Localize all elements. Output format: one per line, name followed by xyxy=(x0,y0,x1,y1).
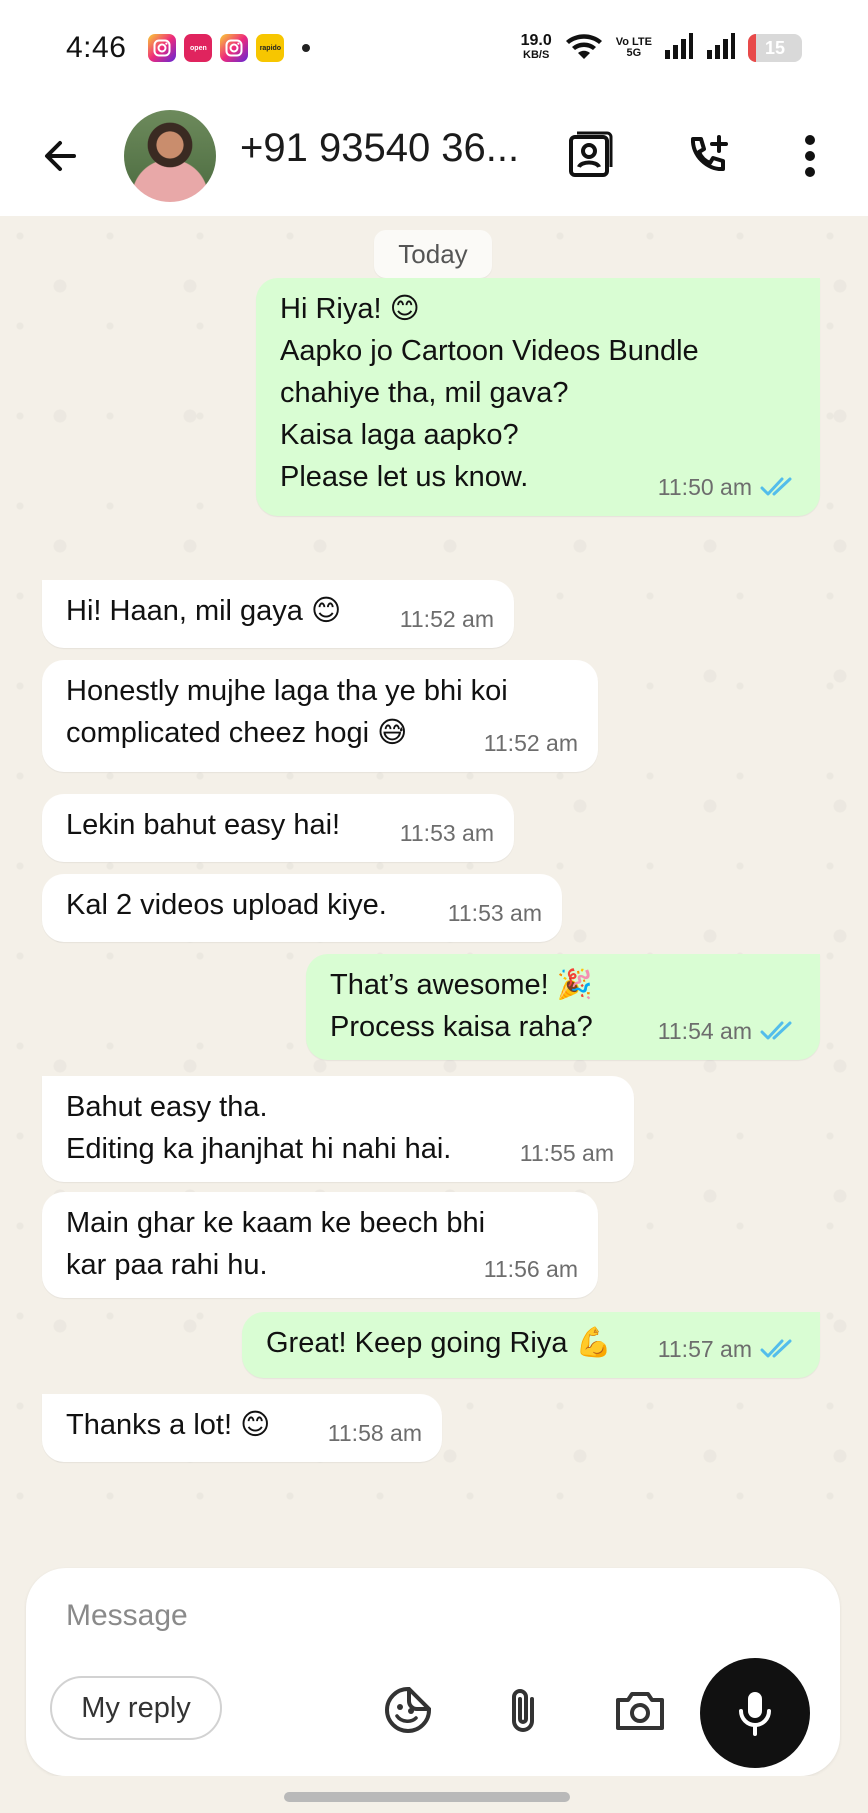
net-speed-unit: KB/S xyxy=(523,49,550,61)
volte-indicator: Vo LTE 5G xyxy=(616,37,652,59)
battery-level: 15 xyxy=(764,37,786,58)
battery-fill xyxy=(748,34,757,62)
back-arrow-icon xyxy=(45,141,76,171)
voice-record-button[interactable] xyxy=(700,1658,810,1768)
message-bubble-incoming[interactable]: Bahut easy tha. Editing ka jhanjhat hi n… xyxy=(42,1076,634,1182)
signal-icon xyxy=(706,32,736,65)
battery-icon: 15 xyxy=(748,34,802,62)
message-bubble-incoming[interactable]: Honestly mujhe laga tha ye bhi koi compl… xyxy=(42,660,598,772)
contact-name[interactable]: +91 93540 36... xyxy=(240,126,519,171)
status-bar: 4:46 open rapido 19.0 KB/S Vo LTE 5G 15 xyxy=(0,0,868,901)
signal-icon xyxy=(664,32,694,65)
message-composer: My reply xyxy=(26,1568,840,1776)
message-bubble-incoming[interactable]: Lekin bahut easy hai! 11:53 am xyxy=(42,794,514,862)
message-time: 11:58 am xyxy=(327,1420,422,1446)
more-options-button[interactable] xyxy=(780,126,840,186)
system-nav-bar xyxy=(0,1776,868,1813)
message-meta: 11:53 am xyxy=(448,892,542,934)
read-receipt-icon xyxy=(760,1339,792,1358)
chat-messages[interactable]: Today Hi Riya! 😊 Aapko jo Cartoon Videos… xyxy=(0,216,868,1566)
attach-button[interactable] xyxy=(496,1682,552,1738)
message-meta: 11:54 am xyxy=(658,1010,800,1052)
sticker-button[interactable] xyxy=(380,1682,436,1738)
mic-icon xyxy=(739,1692,771,1736)
system-indicators: 19.0 KB/S Vo LTE 5G 15 xyxy=(521,31,802,66)
message-meta: 11:56 am xyxy=(484,1248,578,1290)
message-meta: 11:57 am xyxy=(658,1328,800,1370)
message-bubble-incoming[interactable]: Main ghar ke kaam ke beech bhi kar paa r… xyxy=(42,1192,598,1298)
camera-icon xyxy=(616,1692,664,1730)
message-bubble-outgoing[interactable]: Hi Riya! 😊 Aapko jo Cartoon Videos Bundl… xyxy=(256,278,820,516)
add-call-button[interactable] xyxy=(678,126,738,186)
message-time: 11:54 am xyxy=(657,1018,752,1044)
sticker-icon xyxy=(385,1687,431,1733)
message-meta: 11:52 am xyxy=(484,722,578,764)
status-time: 4:46 xyxy=(66,31,127,64)
camera-button[interactable] xyxy=(612,1682,668,1738)
net-speed-value: 19.0 xyxy=(520,32,552,49)
instagram-icon xyxy=(148,34,177,62)
date-chip: Today xyxy=(374,230,492,278)
notification-icons: open rapido xyxy=(148,34,445,901)
back-button[interactable] xyxy=(36,132,84,180)
contact-card-button[interactable] xyxy=(560,126,620,186)
message-bubble-outgoing[interactable]: Great! Keep going Riya 💪 11:57 am xyxy=(242,1312,820,1378)
message-bubble-incoming[interactable]: Thanks a lot! 😊 11:58 am xyxy=(42,1394,442,1462)
message-input[interactable] xyxy=(66,1588,666,1644)
message-time: 11:50 am xyxy=(657,474,752,500)
message-time: 11:53 am xyxy=(447,900,542,926)
wifi-icon xyxy=(564,31,604,66)
read-receipt-icon xyxy=(760,1021,792,1040)
message-meta: 11:52 am xyxy=(400,598,494,640)
my-reply-chip[interactable]: My reply xyxy=(50,1676,222,1740)
attach-icon xyxy=(512,1689,534,1732)
message-time: 11:52 am xyxy=(399,606,494,632)
message-meta: 11:55 am xyxy=(520,1132,614,1174)
home-indicator[interactable] xyxy=(284,1792,570,1802)
message-time: 11:53 am xyxy=(399,820,494,846)
contact-card-icon xyxy=(569,131,613,177)
message-meta: 11:58 am xyxy=(328,1412,422,1454)
message-bubble-incoming[interactable]: Kal 2 videos upload kiye. 11:53 am xyxy=(42,874,562,942)
message-time: 11:57 am xyxy=(657,1336,752,1362)
message-bubble-incoming[interactable]: Hi! Haan, mil gaya 😊 11:52 am xyxy=(42,580,514,648)
message-meta: 11:50 am xyxy=(658,466,800,508)
chat-header: +91 93540 36... xyxy=(0,96,868,216)
more-notifications-dot xyxy=(302,44,311,52)
network-speed: 19.0 KB/S xyxy=(520,32,552,62)
message-meta: 11:53 am xyxy=(400,812,494,854)
open-icon: open xyxy=(184,34,213,62)
rapido-icon: rapido xyxy=(256,34,285,62)
more-vert-icon xyxy=(805,135,815,177)
read-receipt-icon xyxy=(760,477,792,496)
message-time: 11:52 am xyxy=(483,730,578,756)
avatar[interactable] xyxy=(124,110,216,202)
message-time: 11:55 am xyxy=(519,1140,614,1166)
volte-bottom: 5G xyxy=(626,47,642,59)
call-add-icon xyxy=(691,135,728,171)
message-time: 11:56 am xyxy=(483,1256,578,1282)
message-bubble-outgoing[interactable]: That’s awesome! 🎉 Process kaisa raha? 11:… xyxy=(306,954,820,1060)
instagram-icon xyxy=(220,34,249,62)
